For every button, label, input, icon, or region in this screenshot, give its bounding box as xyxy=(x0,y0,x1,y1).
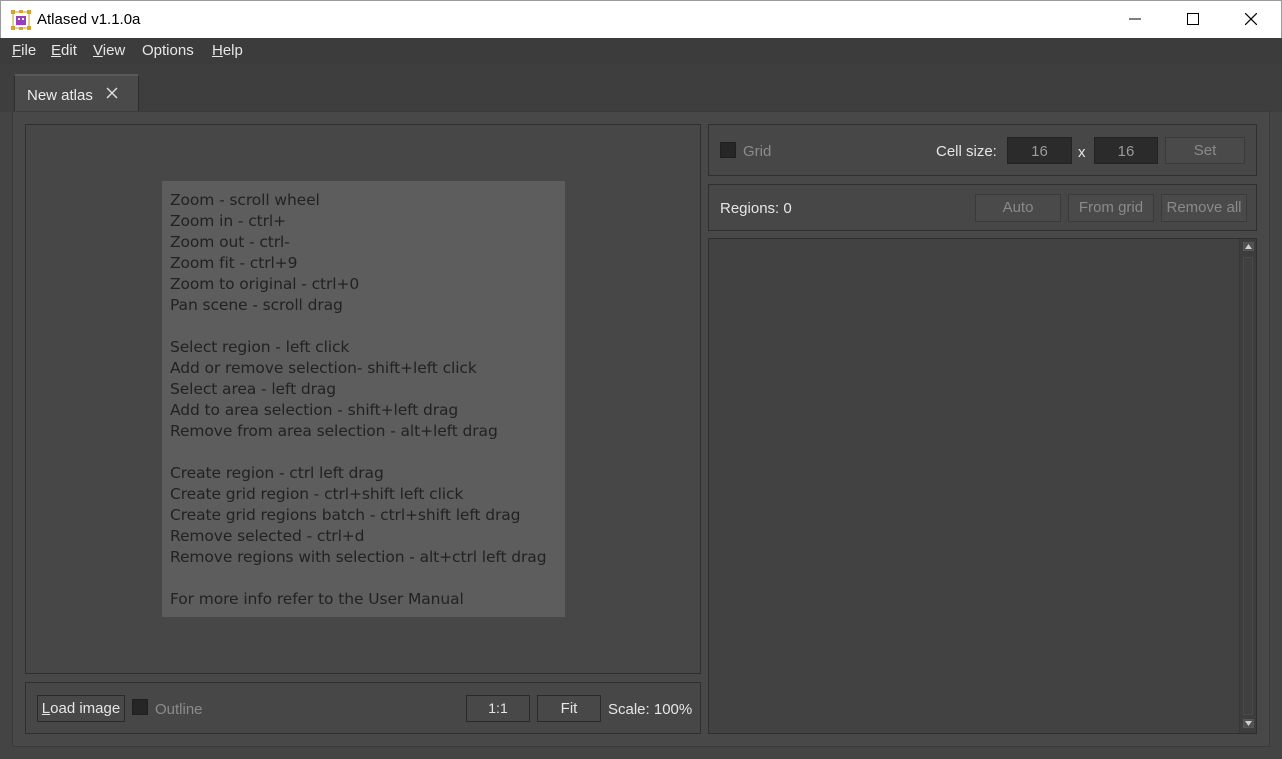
help-line: Select area - left drag xyxy=(170,380,337,398)
shortcut-help-box: Zoom - scroll wheel Zoom in - ctrl+ Zoom… xyxy=(162,181,565,617)
grid-checkbox[interactable] xyxy=(720,142,736,158)
minimize-button[interactable] xyxy=(1106,1,1164,38)
help-line: Pan scene - scroll drag xyxy=(170,296,343,314)
help-line: Zoom fit - ctrl+9 xyxy=(170,254,298,272)
help-line: Add or remove selection- shift+left clic… xyxy=(170,359,477,377)
outline-checkbox[interactable] xyxy=(132,699,148,715)
close-tab-icon[interactable] xyxy=(105,86,119,100)
menu-edit[interactable]: Edit xyxy=(51,42,77,59)
help-line: Create grid regions batch - ctrl+shift l… xyxy=(170,506,521,524)
regions-list[interactable] xyxy=(708,238,1257,734)
load-image-button[interactable]: Load image xyxy=(37,695,125,722)
regions-list-scrollbar[interactable] xyxy=(1239,239,1256,733)
maximize-button[interactable] xyxy=(1164,1,1222,38)
cell-width-input[interactable]: 16 xyxy=(1007,137,1072,164)
grid-label: Grid xyxy=(743,143,772,160)
set-button[interactable]: Set xyxy=(1165,137,1245,164)
help-line: Remove selected - ctrl+d xyxy=(170,527,365,545)
zoom-original-button[interactable]: 1:1 xyxy=(466,695,530,722)
app-logo-icon xyxy=(11,10,31,30)
tab-label: New atlas xyxy=(27,87,93,104)
close-button[interactable] xyxy=(1222,1,1280,38)
zoom-fit-button[interactable]: Fit xyxy=(537,695,601,722)
close-icon xyxy=(1245,13,1257,25)
help-line: Zoom in - ctrl+ xyxy=(170,212,286,230)
scroll-track[interactable] xyxy=(1243,257,1253,715)
cell-size-label: Cell size: xyxy=(936,143,997,160)
scroll-up-icon[interactable] xyxy=(1243,242,1254,251)
minimize-icon xyxy=(1129,18,1141,20)
menu-bar: File Edit View Options Help xyxy=(0,38,1282,64)
help-line: Zoom to original - ctrl+0 xyxy=(170,275,360,293)
auto-button[interactable]: Auto xyxy=(975,194,1061,222)
maximize-icon xyxy=(1187,13,1199,25)
tab-new-atlas[interactable]: New atlas xyxy=(14,74,139,112)
scale-readout: Scale: 100% xyxy=(608,701,693,718)
outline-label: Outline xyxy=(155,701,203,718)
help-line: Create grid region - ctrl+shift left cli… xyxy=(170,485,464,503)
help-line: Zoom - scroll wheel xyxy=(170,191,320,209)
scroll-down-icon[interactable] xyxy=(1243,719,1254,728)
help-line: Create region - ctrl left drag xyxy=(170,464,384,482)
tab-bar: New atlas xyxy=(0,64,1282,112)
cell-height-input[interactable]: 16 xyxy=(1094,137,1158,164)
from-grid-button[interactable]: From grid xyxy=(1068,194,1154,222)
window-title: Atlased v1.1.0a xyxy=(37,11,141,28)
help-line: For more info refer to the User Manual xyxy=(170,590,464,608)
regions-count: Regions: 0 xyxy=(720,200,792,217)
menu-options[interactable]: Options xyxy=(142,42,194,59)
help-line: Remove from area selection - alt+left dr… xyxy=(170,422,498,440)
title-bar: Atlased v1.1.0a xyxy=(0,0,1282,38)
menu-file[interactable]: File xyxy=(12,42,36,59)
menu-help[interactable]: Help xyxy=(212,42,243,59)
menu-view[interactable]: View xyxy=(93,42,125,59)
cell-size-separator: x xyxy=(1078,144,1086,161)
help-line: Remove regions with selection - alt+ctrl… xyxy=(170,548,547,566)
help-line: Add to area selection - shift+left drag xyxy=(170,401,459,419)
remove-all-button[interactable]: Remove all xyxy=(1161,194,1247,222)
help-line: Select region - left click xyxy=(170,338,350,356)
help-line: Zoom out - ctrl- xyxy=(170,233,290,251)
